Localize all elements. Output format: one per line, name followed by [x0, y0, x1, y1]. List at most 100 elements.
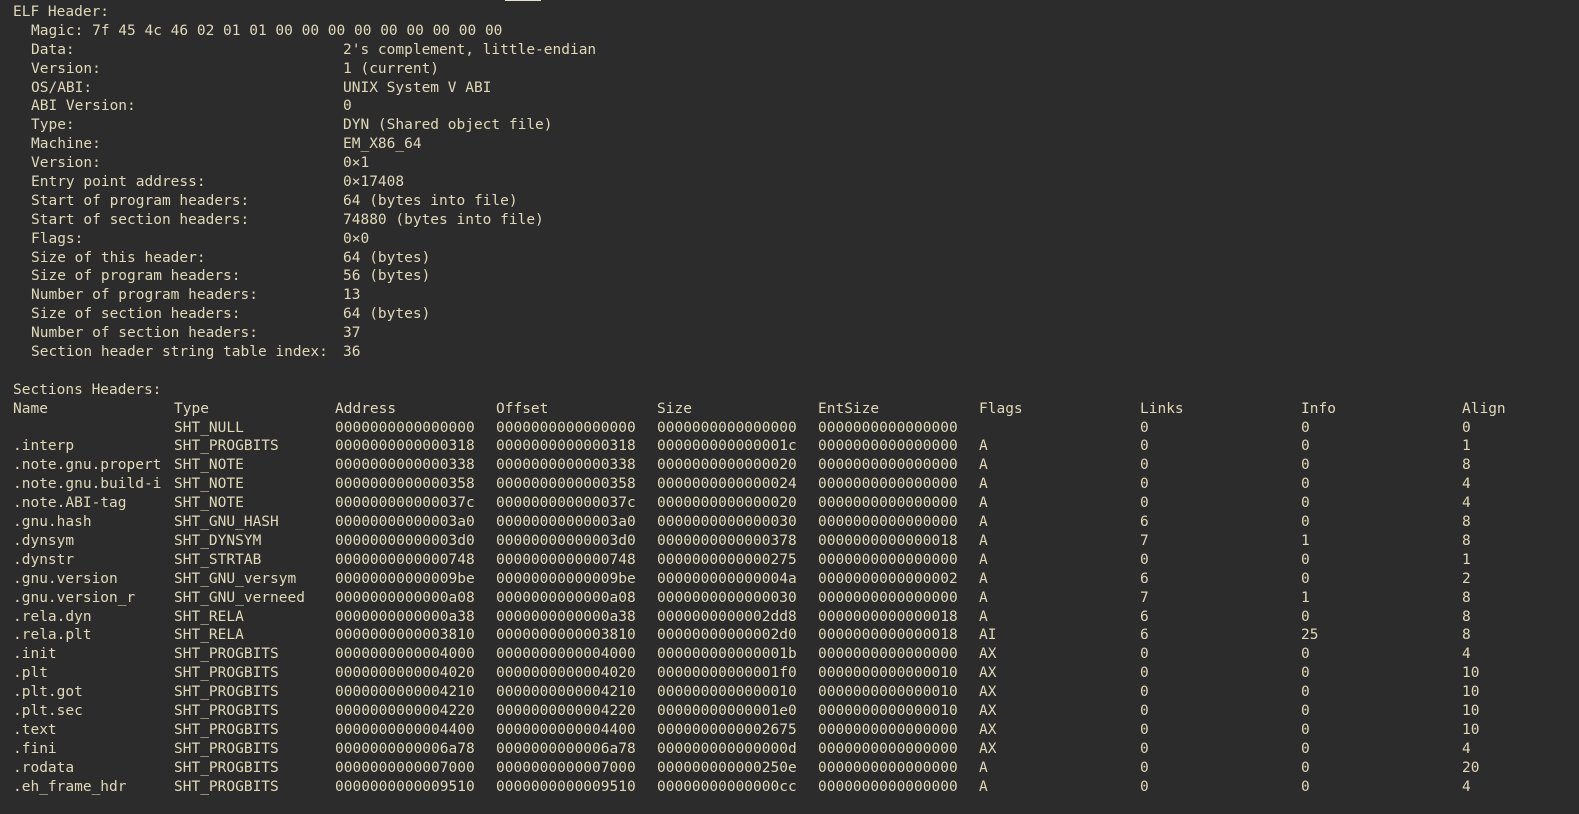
section-cell-address: 0000000000000748	[335, 551, 475, 568]
section-cell-address: 0000000000000000	[335, 419, 475, 436]
section-cell-size: 0000000000000020	[657, 457, 797, 474]
sections-headers-title: Sections Headers:	[13, 381, 162, 398]
section-cell-align: 8	[1462, 532, 1471, 549]
section-cell-offset: 0000000000000748	[496, 551, 636, 568]
section-cell-entsize: 0000000000000010	[818, 665, 958, 682]
elf-field-value: 64 (bytes into file)	[343, 192, 518, 209]
section-cell-flags: AX	[979, 665, 997, 682]
section-row: SHT_NULL 0000000000000000 0000000000000000…	[13, 419, 1579, 438]
elf-field-key: Data:	[31, 41, 75, 58]
section-cell-flags: A	[979, 570, 988, 587]
section-row: .plt SHT_PROGBITS 0000000000004020 00000000…	[13, 664, 1579, 683]
section-cell-type: SHT_PROGBITS	[174, 778, 279, 795]
section-cell-address: 0000000000003810	[335, 627, 475, 644]
section-cell-entsize: 0000000000000000	[818, 740, 958, 757]
section-cell-align: 8	[1462, 589, 1471, 606]
section-cell-align: 8	[1462, 608, 1471, 625]
section-cell-name: .plt.sec	[13, 702, 83, 719]
section-cell-align: 10	[1462, 665, 1480, 682]
section-cell-info: 0	[1301, 476, 1310, 493]
elf-field-key: Number of program headers:	[31, 287, 258, 304]
section-cell-name: .dynstr	[13, 551, 75, 568]
section-cell-info: 0	[1301, 740, 1310, 757]
section-cell-flags	[979, 419, 1140, 438]
elf-field-value: 74880 (bytes into file)	[343, 211, 544, 228]
section-cell-flags: A	[979, 759, 988, 776]
section-cell-info: 0	[1301, 721, 1310, 738]
section-cell-size: 000000000000000d	[657, 740, 797, 757]
section-cell-entsize: 0000000000000000	[818, 476, 958, 493]
section-cell-offset: 00000000000009be	[496, 570, 636, 587]
section-cell-align: 20	[1462, 759, 1480, 776]
section-cell-name: .note.gnu.propert	[13, 457, 162, 474]
section-cell-info: 0	[1301, 646, 1310, 663]
section-cell-name: .plt	[13, 665, 48, 682]
section-cell-entsize: 0000000000000000	[818, 457, 958, 474]
section-cell-size: 0000000000000010	[657, 684, 797, 701]
elf-field-value: UNIX System V ABI	[343, 79, 492, 96]
elf-field-key: Flags:	[31, 230, 84, 247]
section-cell-address: 0000000000004020	[335, 665, 475, 682]
section-cell-info: 0	[1301, 514, 1310, 531]
section-cell-info: 0	[1301, 608, 1310, 625]
section-cell-size: 000000000000004a	[657, 570, 797, 587]
sections-table-header: Name Type Address Offset Size EntSize Flags Lin…	[13, 400, 1579, 419]
elf-field-key: Size of section headers:	[31, 306, 241, 323]
section-row: .rodata SHT_PROGBITS 0000000000007000 00000…	[13, 759, 1579, 778]
section-cell-info: 0	[1301, 684, 1310, 701]
section-cell-flags: A	[979, 608, 988, 625]
section-cell-type: SHT_PROGBITS	[174, 684, 279, 701]
section-cell-size: 0000000000000030	[657, 589, 797, 606]
section-cell-entsize: 0000000000000000	[818, 721, 958, 738]
section-cell-offset: 0000000000004400	[496, 721, 636, 738]
elf-field-value: 36	[343, 344, 361, 361]
section-cell-size: 0000000000000378	[657, 532, 797, 549]
section-cell-address: 0000000000000338	[335, 457, 475, 474]
section-cell-address: 0000000000009510	[335, 778, 475, 795]
section-cell-flags: AX	[979, 702, 997, 719]
section-cell-entsize: 0000000000000000	[818, 589, 958, 606]
section-cell-flags: A	[979, 514, 988, 531]
elf-field-row: Start of section headers: 74880 (bytes in…	[13, 211, 1579, 230]
section-row: .gnu.version_r SHT_GNU_verneed 00000000000…	[13, 589, 1579, 608]
section-cell-type: SHT_NOTE	[174, 457, 244, 474]
elf-field-key: Version:	[31, 155, 101, 172]
section-cell-offset: 0000000000004020	[496, 665, 636, 682]
section-cell-offset: 0000000000006a78	[496, 740, 636, 757]
section-cell-align: 10	[1462, 702, 1480, 719]
section-cell-address: 0000000000007000	[335, 759, 475, 776]
section-cell-type: SHT_DYNSYM	[174, 532, 262, 549]
elf-field-row: Flags: 0×0	[13, 230, 1579, 249]
section-cell-size: 0000000000000030	[657, 514, 797, 531]
elf-header-title: ELF Header:	[13, 4, 110, 20]
section-row: .rela.dyn SHT_RELA 0000000000000a38 0000000…	[13, 608, 1579, 627]
section-cell-flags: A	[979, 551, 988, 568]
section-row: .note.ABI-tag SHT_NOTE 000000000000037c 000…	[13, 494, 1579, 513]
terminal-output: ELF Header: Magic: 7f 45 4c 46 02 01 01 …	[13, 3, 1579, 796]
section-cell-type: SHT_GNU_HASH	[174, 514, 279, 531]
section-cell-align: 1	[1462, 551, 1471, 568]
elf-field-row: ABI Version: 0	[13, 97, 1579, 116]
elf-field-row: Version: 1 (current)	[13, 60, 1579, 79]
section-cell-name: .init	[13, 646, 57, 663]
section-cell-entsize: 0000000000000000	[818, 551, 958, 568]
terminal-window[interactable]: ELF Header: Magic: 7f 45 4c 46 02 01 01 …	[0, 0, 1579, 814]
section-cell-entsize: 0000000000000002	[818, 570, 958, 587]
section-cell-size: 000000000000001b	[657, 646, 797, 663]
section-cell-entsize: 0000000000000000	[818, 514, 958, 531]
section-cell-size: 0000000000000020	[657, 495, 797, 512]
section-cell-entsize: 0000000000000018	[818, 608, 958, 625]
section-cell-size: 0000000000000275	[657, 551, 797, 568]
elf-field-value: DYN (Shared object file)	[343, 117, 553, 134]
section-cell-name: .note.gnu.build-i	[13, 476, 162, 493]
column-header-name: Name	[13, 400, 48, 417]
section-row: .gnu.hash SHT_GNU_HASH 00000000000003a0 000…	[13, 513, 1579, 532]
section-cell-name: .text	[13, 721, 57, 738]
section-cell-size: 000000000000250e	[657, 759, 797, 776]
section-cell-info: 0	[1301, 570, 1310, 587]
section-cell-info: 1	[1301, 589, 1310, 606]
section-cell-links: 0	[1140, 684, 1149, 701]
elf-field-row: Size of program headers: 56 (bytes)	[13, 267, 1579, 286]
section-cell-entsize: 0000000000000018	[818, 627, 958, 644]
